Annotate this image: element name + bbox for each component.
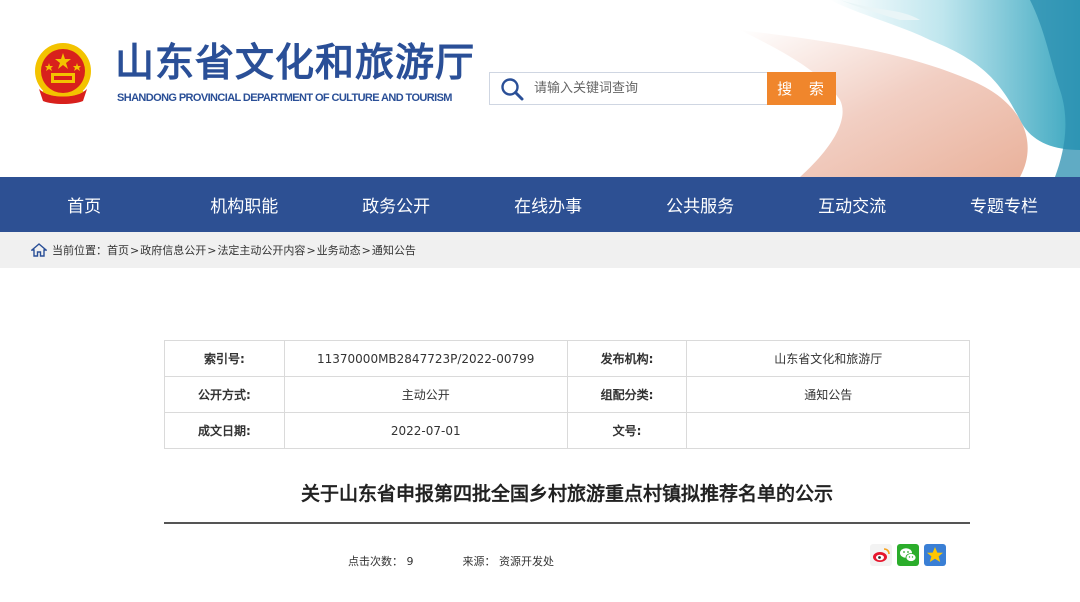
search-button[interactable]: 搜 索 xyxy=(767,72,836,105)
breadcrumb-separator: > xyxy=(306,243,316,257)
wechat-icon[interactable] xyxy=(897,544,919,566)
search-box: 搜 索 xyxy=(489,72,836,105)
search-icon xyxy=(490,73,534,104)
home-icon xyxy=(31,243,47,257)
breadcrumb-statutory[interactable]: 法定主动公开内容 xyxy=(217,242,305,258)
table-row: 成文日期: 2022-07-01 文号: xyxy=(164,412,970,449)
publisher-value: 山东省文化和旅游厅 xyxy=(686,340,970,377)
site-title: 山东省文化和旅游厅 xyxy=(115,41,476,86)
breadcrumb-separator: > xyxy=(361,243,371,257)
document-number-label: 文号: xyxy=(566,412,688,449)
nav-item-public-services[interactable]: 公共服务 xyxy=(624,192,776,217)
weibo-icon[interactable] xyxy=(870,544,892,566)
search-input[interactable] xyxy=(534,74,767,103)
nav-item-special-topics[interactable]: 专题专栏 xyxy=(928,192,1080,217)
document-number-value xyxy=(686,412,970,449)
breadcrumb-label: 当前位置： xyxy=(52,244,107,257)
index-number-label: 索引号: xyxy=(164,340,285,377)
nav-item-interaction[interactable]: 互动交流 xyxy=(776,192,928,217)
breadcrumb-separator: > xyxy=(207,243,217,257)
category-label: 组配分类: xyxy=(566,376,688,413)
source-label: 来源： xyxy=(462,555,496,568)
site-subtitle: SHANDONG PROVINCIAL DEPARTMENT OF CULTUR… xyxy=(117,92,452,104)
share-buttons xyxy=(870,544,946,566)
source-value: 资源开发处 xyxy=(499,555,554,568)
nav-item-online-services[interactable]: 在线办事 xyxy=(472,192,624,217)
nav-item-home[interactable]: 首页 xyxy=(0,192,168,217)
article-title: 关于山东省申报第四批全国乡村旅游重点村镇拟推荐名单的公示 xyxy=(300,483,833,505)
breadcrumb-home[interactable]: 首页 xyxy=(107,242,129,258)
title-divider xyxy=(164,522,970,524)
disclosure-method-value: 主动公开 xyxy=(283,376,568,413)
breadcrumb-gov-info[interactable]: 政府信息公开 xyxy=(140,242,206,258)
clicks-label: 点击次数： xyxy=(348,555,403,568)
table-row: 索引号: 11370000MB2847723P/2022-00799 发布机构:… xyxy=(164,340,970,377)
qzone-icon[interactable] xyxy=(924,544,946,566)
breadcrumb-business-news[interactable]: 业务动态 xyxy=(317,242,361,258)
nav-item-government-affairs[interactable]: 政务公开 xyxy=(320,192,472,217)
breadcrumb-separator: > xyxy=(130,243,140,257)
disclosure-method-label: 公开方式: xyxy=(164,376,285,413)
clicks-count: 9 xyxy=(406,555,414,568)
table-row: 公开方式: 主动公开 组配分类: 通知公告 xyxy=(164,376,970,413)
document-meta-table: 索引号: 11370000MB2847723P/2022-00799 发布机构:… xyxy=(164,340,970,449)
national-emblem-icon xyxy=(35,43,91,104)
breadcrumb-notices[interactable]: 通知公告 xyxy=(372,242,416,258)
site-header: 山东省文化和旅游厅 SHANDONG PROVINCIAL DEPARTMENT… xyxy=(0,0,1080,177)
written-date-value: 2022-07-01 xyxy=(283,412,568,449)
nav-item-organization[interactable]: 机构职能 xyxy=(168,192,320,217)
publisher-label: 发布机构: xyxy=(566,340,688,377)
category-value: 通知公告 xyxy=(686,376,970,413)
article-meta: 点击次数： 9 来源： 资源开发处 xyxy=(348,553,554,569)
main-nav: 首页 机构职能 政务公开 在线办事 公共服务 互动交流 专题专栏 xyxy=(0,177,1080,232)
breadcrumb: 当前位置： 首页 > 政府信息公开 > 法定主动公开内容 > 业务动态 > 通知… xyxy=(0,232,1080,268)
index-number-value: 11370000MB2847723P/2022-00799 xyxy=(283,340,568,377)
written-date-label: 成文日期: xyxy=(164,412,285,449)
